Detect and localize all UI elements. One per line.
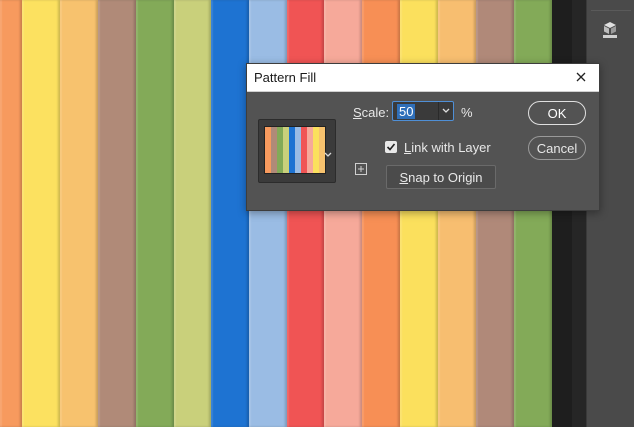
- pattern-swatch: [264, 126, 326, 174]
- chevron-down-icon: [442, 108, 450, 113]
- add-preset-icon[interactable]: [355, 163, 367, 175]
- scale-label: Scale:: [353, 105, 390, 120]
- scale-value[interactable]: 50: [397, 104, 416, 119]
- dialog-title: Pattern Fill: [254, 70, 317, 85]
- canvas-stripe: [174, 0, 211, 427]
- canvas-stripe: [22, 0, 60, 427]
- canvas-stripe: [60, 0, 98, 427]
- snap-to-origin-button[interactable]: Snap to Origin: [386, 165, 496, 189]
- dialog-titlebar: Pattern Fill: [247, 64, 599, 92]
- panel-divider: [591, 10, 631, 11]
- percent-unit: %: [461, 105, 473, 120]
- scale-input[interactable]: 50: [392, 101, 454, 121]
- canvas-stripe: [211, 0, 249, 427]
- ok-button[interactable]: OK: [528, 101, 586, 125]
- canvas-stripe: [0, 0, 22, 427]
- link-with-layer-label[interactable]: Link with Layer: [404, 140, 491, 155]
- cancel-button[interactable]: Cancel: [528, 136, 586, 160]
- scale-dropdown-button[interactable]: [438, 102, 453, 120]
- pattern-fill-dialog: Pattern Fill Scale: 50 % Link with Layer…: [246, 63, 600, 211]
- chevron-down-icon[interactable]: [323, 146, 333, 157]
- close-button[interactable]: [571, 67, 591, 87]
- canvas-stripe: [98, 0, 136, 427]
- 3d-cube-icon[interactable]: [601, 20, 619, 40]
- canvas-stripe: [136, 0, 174, 427]
- close-icon: [576, 72, 586, 82]
- link-with-layer-checkbox[interactable]: [385, 141, 397, 153]
- check-icon: [386, 143, 396, 151]
